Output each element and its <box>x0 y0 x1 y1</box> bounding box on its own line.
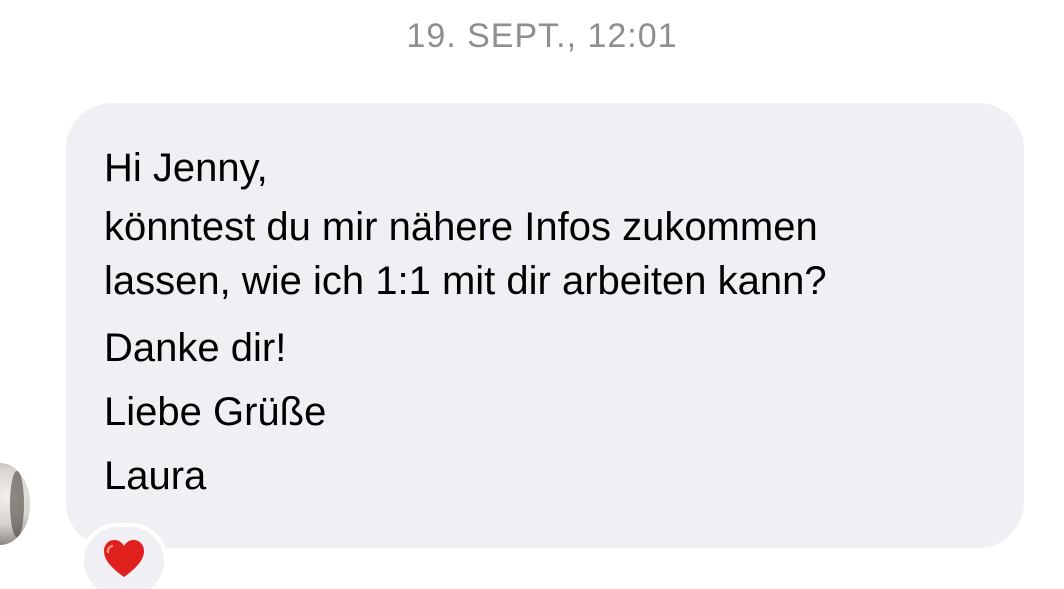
red-heart-icon <box>104 540 144 577</box>
message-line: lassen, wie ich 1:1 mit dir arbeiten kan… <box>104 259 827 303</box>
message-line: Liebe Grüße <box>104 390 327 434</box>
message-line: Danke dir! <box>104 326 287 370</box>
message-timestamp: 19. SEPT., 12:01 <box>406 17 678 55</box>
message-line: könntest du mir nähere Infos zukommen <box>104 205 818 249</box>
message-line: Laura <box>104 454 207 498</box>
chat-conversation: 19. SEPT., 12:01 Hi Jenny, könntest du m… <box>0 0 1064 589</box>
sender-avatar[interactable] <box>0 463 30 545</box>
message-line: Hi Jenny, <box>104 146 268 190</box>
message-bubble[interactable]: Hi Jenny, könntest du mir nähere Infos z… <box>66 103 1024 548</box>
message-reaction[interactable] <box>80 523 168 589</box>
